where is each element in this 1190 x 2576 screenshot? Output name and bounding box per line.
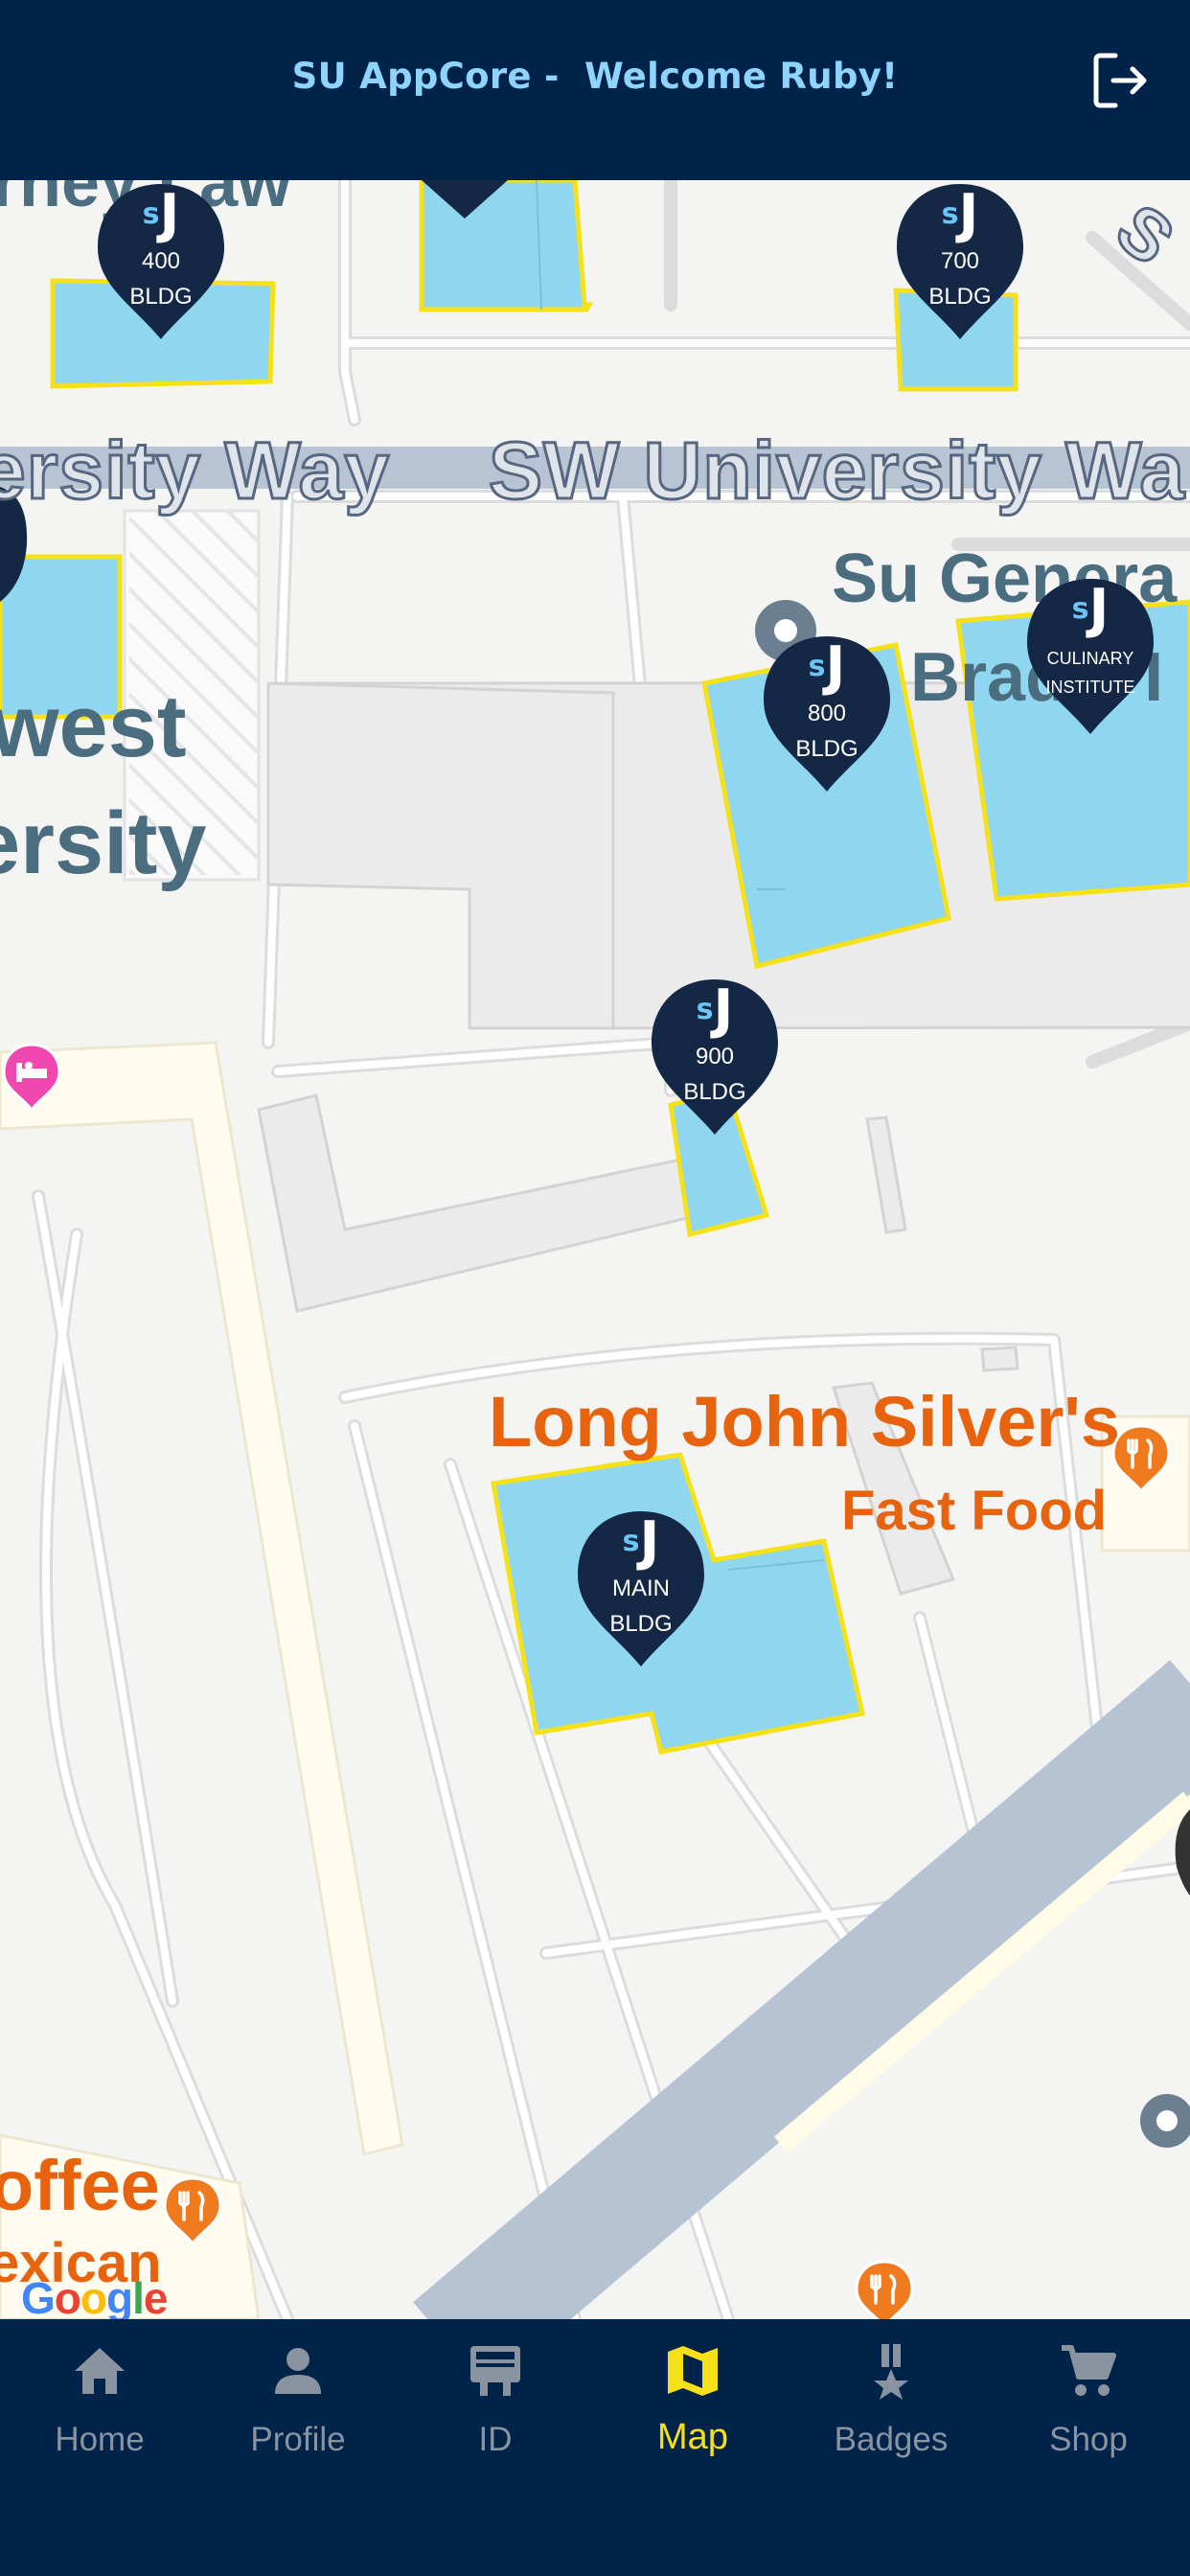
fast-food-label: Fast Food (841, 1480, 1108, 1542)
badge-icon (874, 2344, 908, 2400)
nav-label: Profile (250, 2421, 346, 2458)
building-pin-400[interactable]: sJ 400 BLDG (94, 180, 228, 343)
university-label-line1: west (0, 678, 187, 775)
logout-icon (1093, 53, 1147, 108)
campus-map[interactable]: S rney Law ersity Way SW University Wa w… (0, 180, 1190, 2319)
id-card-icon (470, 2346, 520, 2396)
su-logo-icon: sJ (696, 978, 734, 1041)
pin-label: 800 BLDG (795, 701, 858, 762)
building-pin-800[interactable]: sJ 800 BLDG (760, 632, 894, 795)
street-label-university-way-right: SW University Wa (487, 425, 1186, 518)
app-header: SU AppCore - Welcome Ruby! (0, 0, 1190, 180)
pin-label: 700 BLDG (928, 248, 992, 310)
pin-label: 400 BLDG (129, 248, 193, 310)
su-logo-icon: sJ (808, 635, 846, 698)
restaurant-poi-marker-ljs[interactable] (1111, 1424, 1171, 1494)
nav-item-id[interactable]: ID (409, 2342, 582, 2467)
hotel-icon (2, 1043, 61, 1113)
su-logo-icon: sJ (941, 183, 979, 245)
header-title: SU AppCore - Welcome Ruby! (291, 56, 899, 97)
nav-item-home[interactable]: Home (13, 2342, 186, 2467)
nav-item-badges[interactable]: Badges (805, 2342, 977, 2467)
building-pin-culinary-institute[interactable]: sJ CULINARY INSTITUTE (1023, 575, 1157, 738)
home-icon (75, 2348, 125, 2394)
nav-label: Home (55, 2421, 145, 2458)
logout-button[interactable] (1090, 50, 1152, 111)
restaurant-icon (855, 2260, 914, 2319)
pin-label: 900 BLDG (683, 1044, 746, 1105)
restaurant-poi-marker-coffee[interactable] (163, 2176, 222, 2246)
nav-label: ID (478, 2421, 513, 2458)
google-logo: Google (21, 2273, 168, 2319)
nav-item-shop[interactable]: Shop (1002, 2342, 1175, 2467)
nav-item-map[interactable]: Map (606, 2342, 779, 2467)
nav-item-profile[interactable]: Profile (212, 2342, 384, 2467)
building-pin-main[interactable]: sJ MAIN BLDG (574, 1507, 708, 1670)
pin-label: MAIN BLDG (609, 1576, 673, 1637)
su-logo-icon: sJ (622, 1510, 660, 1573)
nav-label: Shop (1049, 2421, 1128, 2458)
hotel-poi-marker[interactable] (2, 1043, 61, 1113)
building-pin-900[interactable]: sJ 900 BLDG (648, 976, 782, 1138)
coffee-label: offee (0, 2146, 160, 2225)
map-icon (668, 2346, 718, 2396)
pin-label: CULINARY INSTITUTE (1045, 649, 1135, 697)
restaurant-icon (1111, 1424, 1171, 1494)
university-label-line2: ersity (0, 794, 207, 892)
cart-icon (1062, 2345, 1116, 2396)
long-john-silvers-label: Long John Silver's (489, 1382, 1121, 1461)
nav-label: Map (657, 2417, 728, 2457)
restaurant-icon (163, 2176, 222, 2246)
building-pin-700[interactable]: sJ 700 BLDG (893, 180, 1027, 343)
street-label-university-way-left: ersity Way (0, 425, 391, 518)
bottom-navigation: Home Profile ID Map Badges Shop (0, 2319, 1190, 2576)
restaurant-poi-marker-bottom[interactable] (855, 2260, 914, 2319)
su-logo-icon: sJ (1071, 578, 1110, 640)
su-logo-icon: sJ (142, 183, 180, 245)
nav-label: Badges (834, 2421, 949, 2458)
profile-icon (275, 2348, 321, 2394)
